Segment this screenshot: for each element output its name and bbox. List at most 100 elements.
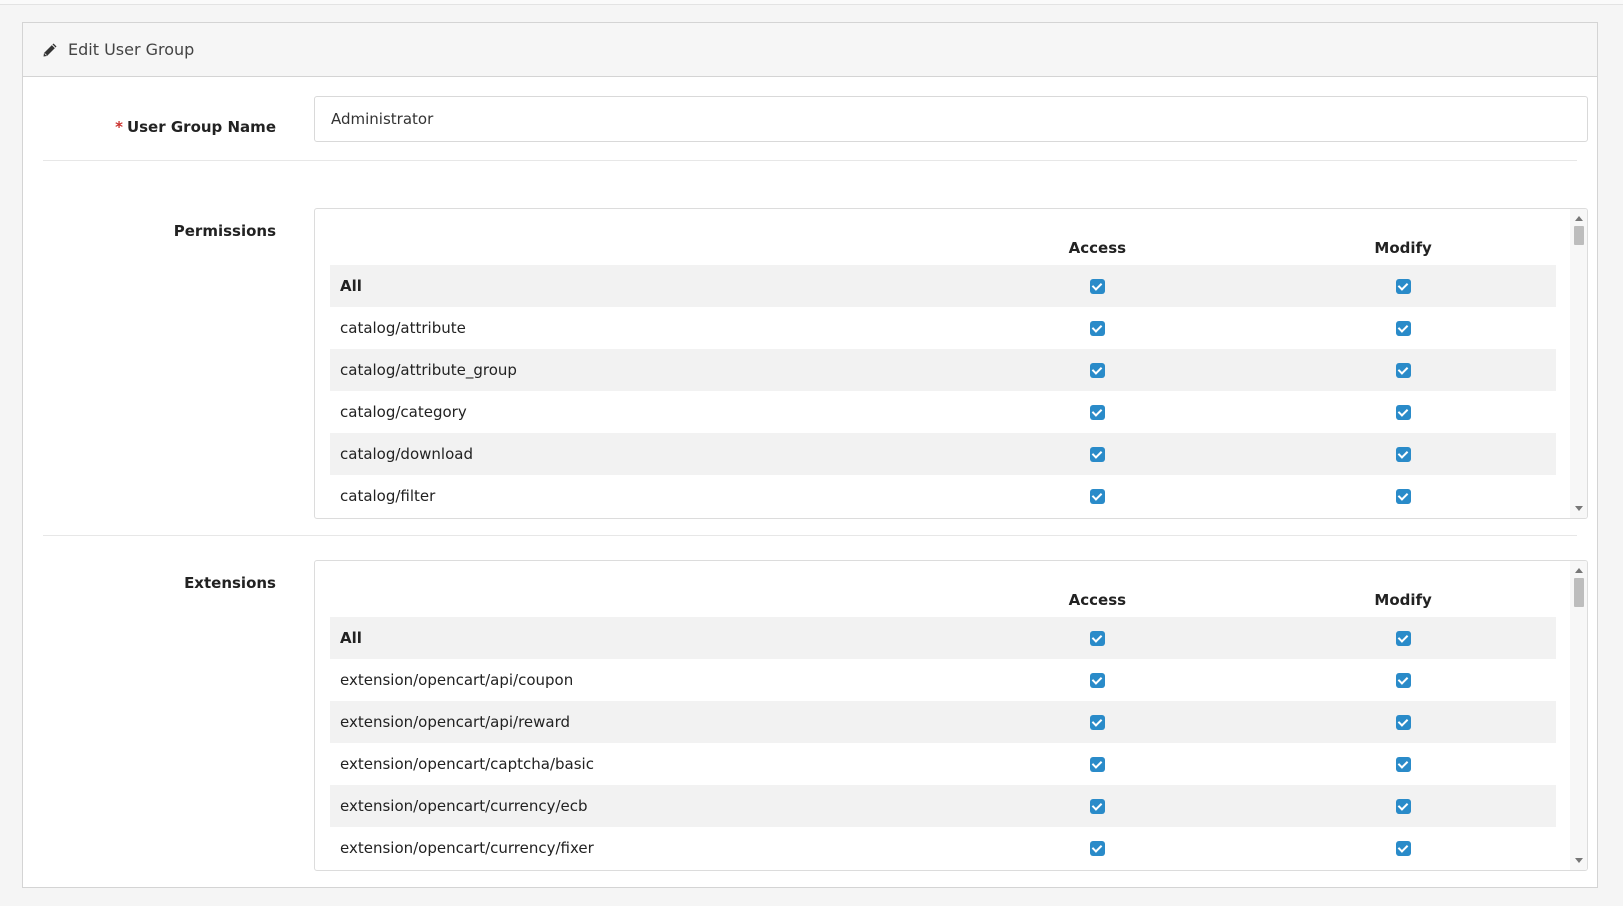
modify-checkbox[interactable] — [1395, 321, 1411, 336]
required-mark: * — [115, 118, 123, 136]
access-cell — [945, 629, 1251, 647]
access-checkbox[interactable] — [1089, 279, 1105, 294]
modify-checkbox[interactable] — [1395, 757, 1411, 772]
access-cell — [945, 277, 1251, 295]
row-name: extension/opencart/currency/fixer — [340, 839, 594, 857]
modify-cell — [1250, 671, 1556, 689]
extensions-label: Extensions — [184, 574, 276, 592]
permissions-row: Permissions Access Modify All catalog/att… — [43, 183, 1588, 536]
access-cell — [945, 319, 1251, 337]
scroll-down-arrow-icon[interactable] — [1575, 858, 1583, 863]
modify-cell — [1250, 403, 1556, 421]
extensions-scrollbar[interactable] — [1570, 561, 1587, 870]
modify-cell — [1250, 277, 1556, 295]
modify-checkbox[interactable] — [1395, 405, 1411, 420]
modify-cell — [1250, 755, 1556, 773]
row-name: extension/opencart/api/coupon — [340, 671, 574, 689]
table-row: catalog/download — [330, 433, 1556, 475]
table-row-all: All — [330, 265, 1556, 307]
access-cell — [945, 839, 1251, 857]
row-name: All — [340, 277, 362, 295]
table-row: catalog/attribute — [330, 307, 1556, 349]
table-row: extension/opencart/currency/fixer — [330, 827, 1556, 869]
access-cell — [945, 487, 1251, 505]
name-label-text: User Group Name — [126, 118, 276, 136]
row-name: All — [340, 629, 362, 647]
access-checkbox[interactable] — [1089, 363, 1105, 378]
column-header-access: Access — [1068, 591, 1127, 609]
edit-user-group-card: Edit User Group *User Group Name Permiss… — [22, 22, 1598, 888]
row-name: catalog/attribute — [340, 319, 466, 337]
modify-cell — [1250, 839, 1556, 857]
scroll-up-arrow-icon[interactable] — [1575, 216, 1583, 221]
modify-cell — [1250, 319, 1556, 337]
modify-checkbox[interactable] — [1395, 447, 1411, 462]
permissions-label: Permissions — [173, 222, 276, 240]
user-group-name-row: * User Group Name — [43, 96, 1588, 161]
access-checkbox[interactable] — [1089, 841, 1105, 856]
access-checkbox[interactable] — [1089, 799, 1105, 814]
scroll-up-arrow-icon[interactable] — [1575, 568, 1583, 573]
modify-checkbox[interactable] — [1395, 715, 1411, 730]
extensions-table: Access Modify All extension/opencart/api/… — [330, 575, 1556, 869]
row-name: extension/opencart/api/reward — [340, 713, 571, 731]
access-checkbox[interactable] — [1089, 631, 1105, 646]
column-header-access: Access — [1068, 239, 1127, 257]
row-name: catalog/download — [340, 445, 473, 463]
table-row: extension/opencart/currency/ecb — [330, 785, 1556, 827]
scroll-thumb[interactable] — [1574, 578, 1584, 607]
extensions-table-header: Access Modify — [330, 575, 1556, 617]
access-cell — [945, 403, 1251, 421]
access-checkbox[interactable] — [1089, 489, 1105, 504]
modify-checkbox[interactable] — [1395, 841, 1411, 856]
table-row-all: All — [330, 617, 1556, 659]
access-checkbox[interactable] — [1089, 321, 1105, 336]
modify-checkbox[interactable] — [1395, 489, 1411, 504]
row-name: catalog/attribute_group — [340, 361, 517, 379]
table-row: catalog/category — [330, 391, 1556, 433]
access-cell — [945, 713, 1251, 731]
modify-cell — [1250, 487, 1556, 505]
pencil-icon — [42, 42, 58, 58]
table-row: catalog/attribute_group — [330, 349, 1556, 391]
modify-cell — [1250, 361, 1556, 379]
access-checkbox[interactable] — [1089, 715, 1105, 730]
user-group-name-label: * User Group Name — [43, 96, 276, 160]
modify-checkbox[interactable] — [1395, 279, 1411, 294]
card-header: Edit User Group — [23, 23, 1597, 77]
access-cell — [945, 361, 1251, 379]
access-checkbox[interactable] — [1089, 673, 1105, 688]
row-name: catalog/filter — [340, 487, 436, 505]
scroll-down-arrow-icon[interactable] — [1575, 506, 1583, 511]
scroll-thumb[interactable] — [1574, 226, 1584, 245]
access-checkbox[interactable] — [1089, 447, 1105, 462]
modify-cell — [1250, 713, 1556, 731]
user-group-name-input[interactable] — [314, 96, 1588, 142]
top-bar-edge — [0, 0, 1623, 5]
table-row: extension/opencart/captcha/basic — [330, 743, 1556, 785]
modify-cell — [1250, 797, 1556, 815]
modify-checkbox[interactable] — [1395, 363, 1411, 378]
access-checkbox[interactable] — [1089, 405, 1105, 420]
access-cell — [945, 671, 1251, 689]
access-cell — [945, 755, 1251, 773]
row-name: extension/opencart/currency/ecb — [340, 797, 588, 815]
permissions-table: Access Modify All catalog/attribute catalo… — [330, 223, 1556, 517]
column-header-modify: Modify — [1374, 239, 1432, 257]
table-row: extension/opencart/api/reward — [330, 701, 1556, 743]
modify-checkbox[interactable] — [1395, 799, 1411, 814]
extensions-table-box[interactable]: Access Modify All extension/opencart/api/… — [314, 560, 1588, 871]
modify-checkbox[interactable] — [1395, 673, 1411, 688]
card-title: Edit User Group — [68, 40, 195, 59]
access-cell — [945, 445, 1251, 463]
column-header-modify: Modify — [1374, 591, 1432, 609]
permissions-scrollbar[interactable] — [1570, 209, 1587, 518]
modify-cell — [1250, 445, 1556, 463]
access-checkbox[interactable] — [1089, 757, 1105, 772]
permissions-table-header: Access Modify — [330, 223, 1556, 265]
table-row: catalog/filter — [330, 475, 1556, 517]
permissions-table-box[interactable]: Access Modify All catalog/attribute catalo… — [314, 208, 1588, 519]
modify-checkbox[interactable] — [1395, 631, 1411, 646]
row-name: catalog/category — [340, 403, 467, 421]
access-cell — [945, 797, 1251, 815]
